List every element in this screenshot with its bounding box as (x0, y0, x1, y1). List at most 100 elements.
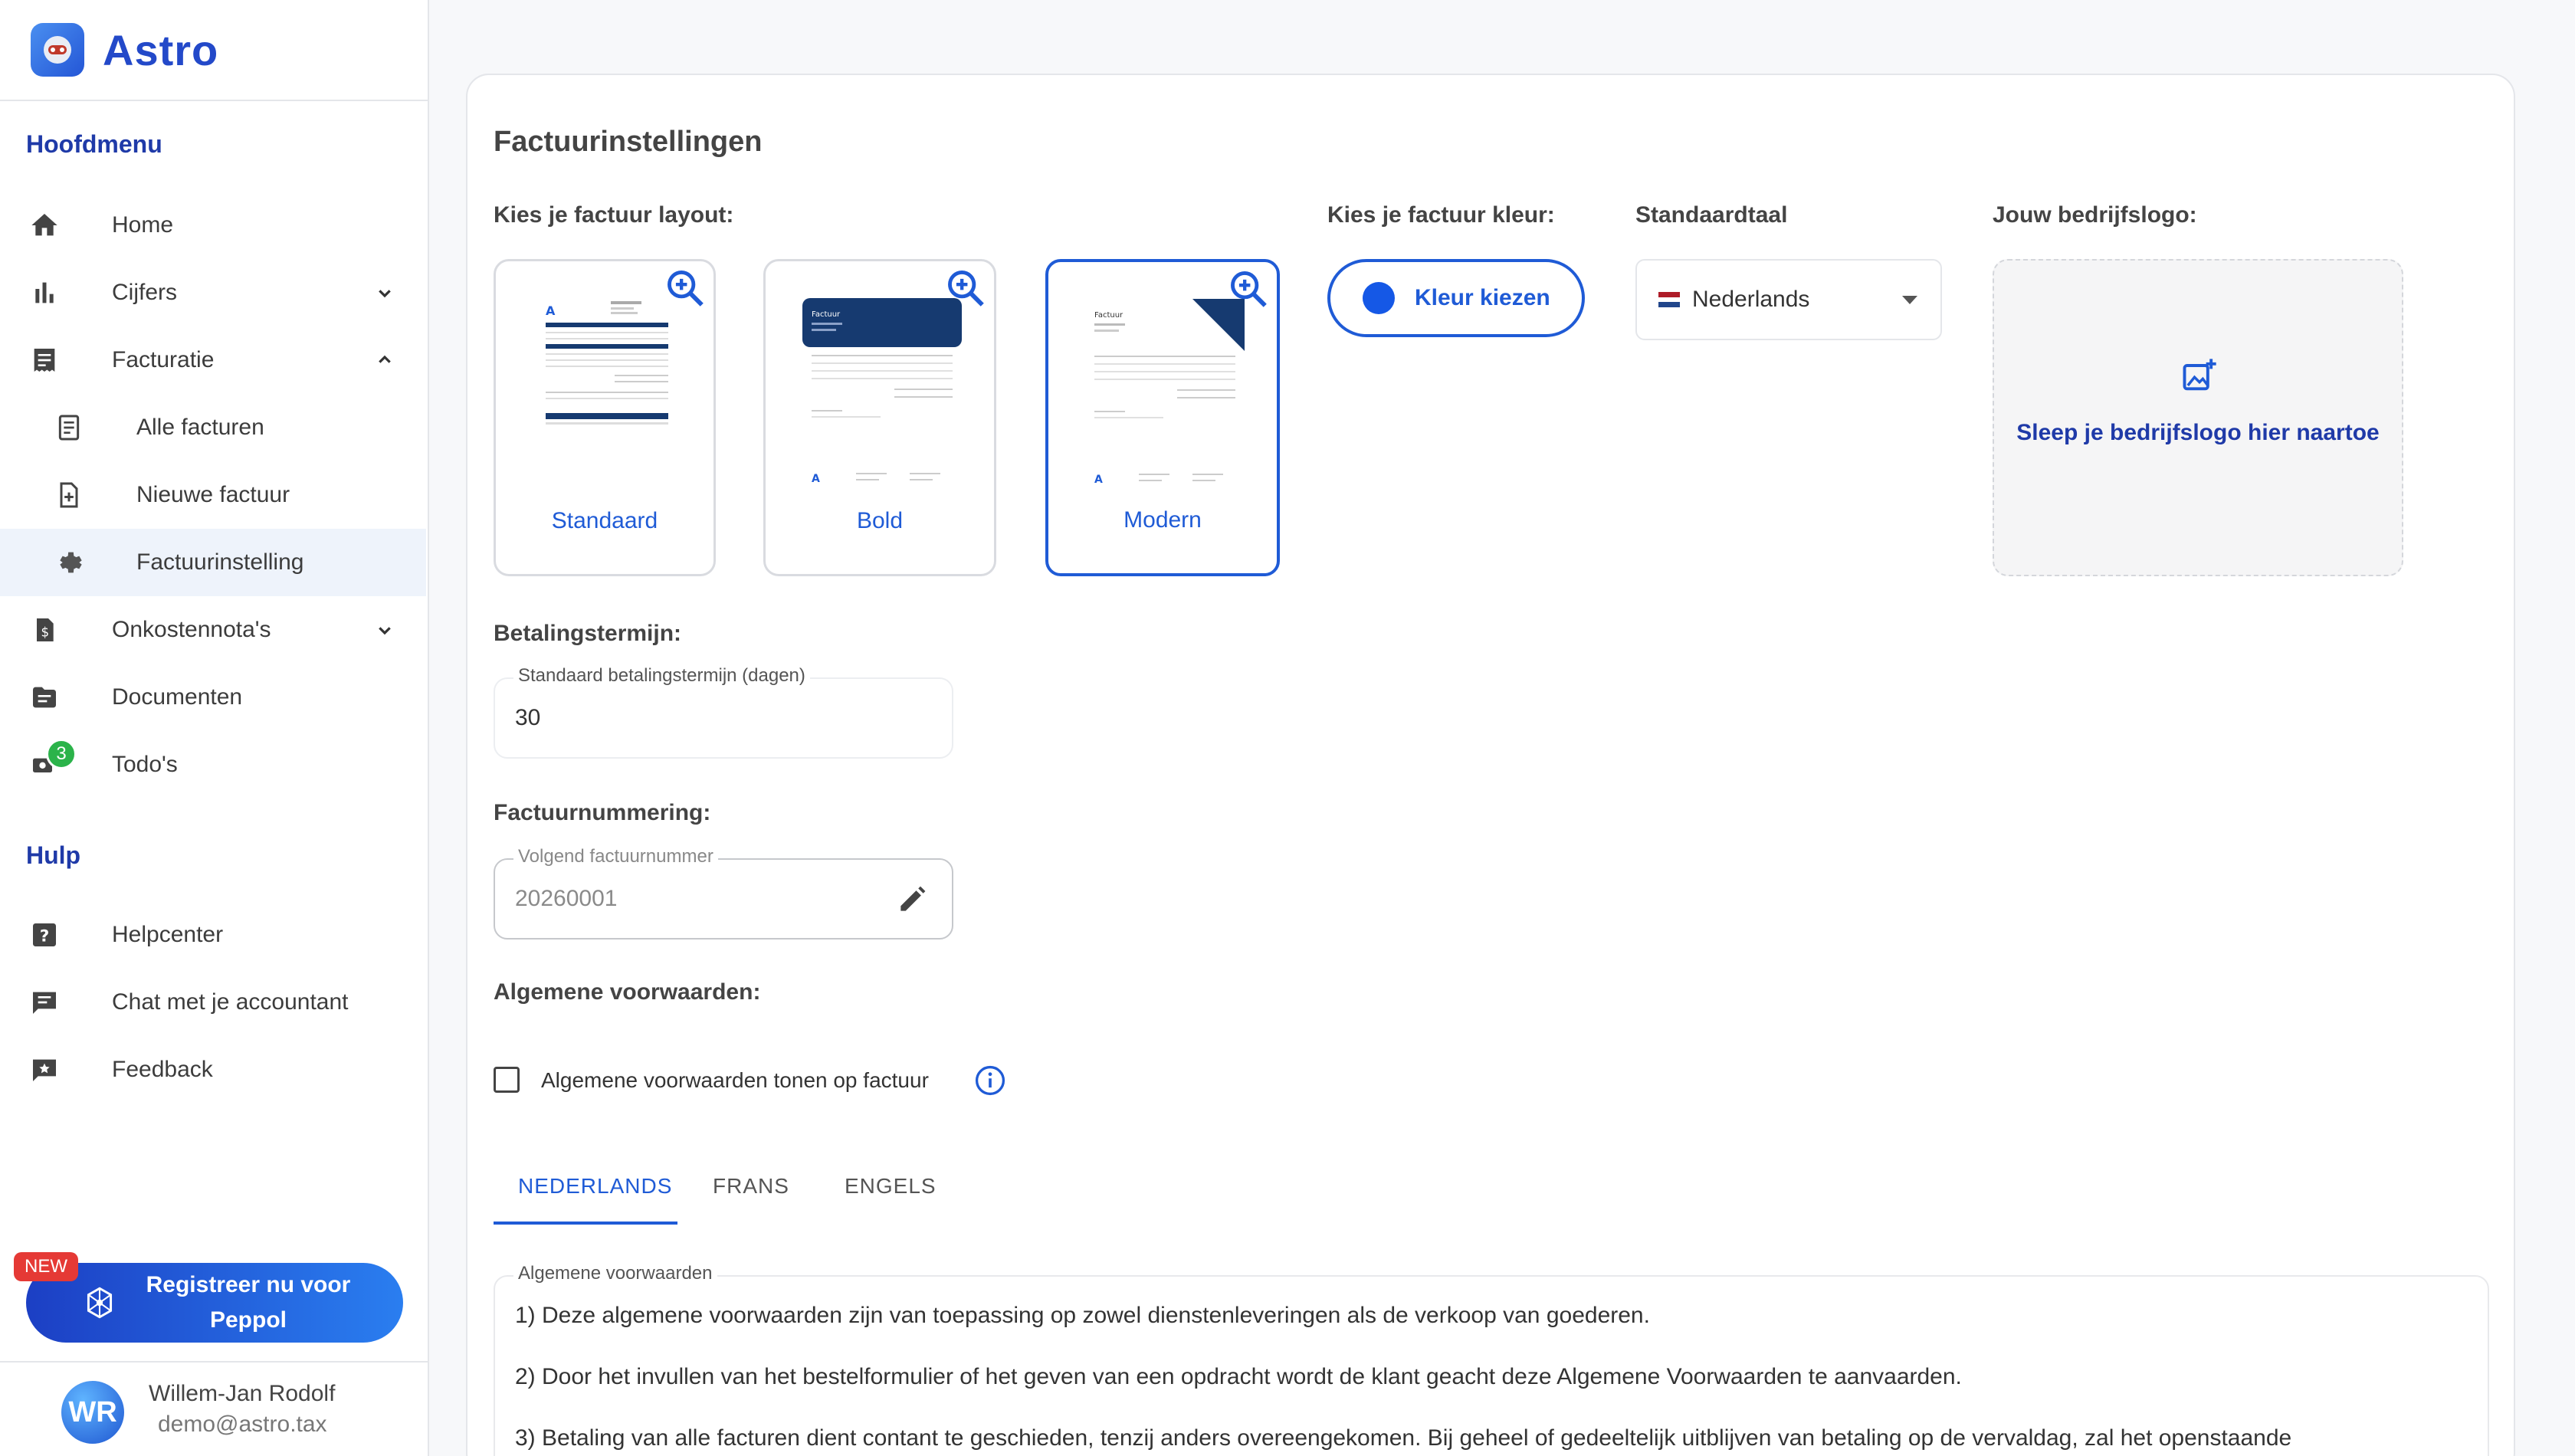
sidebar-item-label: Chat met je accountant (112, 989, 349, 1015)
sidebar-item-onkostennotas[interactable]: $ Onkostennota's (0, 596, 426, 664)
sidebar-item-label: Todo's (112, 752, 178, 777)
svg-text:A: A (812, 473, 820, 485)
terms-line: 2) Door het invullen van het bestelformu… (515, 1364, 1962, 1389)
logo-drop-text: Sleep je bedrijfslogo hier naartoe (2016, 420, 2380, 445)
sidebar-item-facturatie[interactable]: Facturatie (0, 326, 426, 394)
peppol-button-text: Registreer nu voor Peppol (146, 1272, 351, 1333)
expense-note-icon: $ (28, 613, 61, 647)
sidebar-item-label: Alle facturen (136, 415, 264, 440)
next-invoice-number-field[interactable]: Volgend factuurnummer 20260001 (494, 846, 953, 940)
choose-color-button[interactable]: Kleur kiezen (1327, 259, 1585, 337)
peppol-network-icon (77, 1280, 123, 1326)
new-document-icon (52, 478, 86, 512)
invoice-list-icon (52, 411, 86, 444)
numbering-label: Factuurnummering: (494, 800, 711, 825)
gear-icon (52, 546, 86, 579)
chat-icon (28, 985, 61, 1019)
user-email: demo@astro.tax (158, 1412, 327, 1437)
sidebar-item-factuurinstelling[interactable]: Factuurinstelling (0, 529, 426, 596)
layout-option-modern[interactable]: Factuur A Modern (1045, 259, 1280, 576)
edit-pencil-icon[interactable] (895, 883, 929, 917)
sidebar-item-documenten[interactable]: Documenten (0, 664, 426, 731)
sidebar-item-chat-accountant[interactable]: Chat met je accountant (0, 969, 426, 1036)
terms-field-label: Algemene voorwaarden (513, 1263, 717, 1284)
info-icon[interactable] (973, 1064, 1007, 1097)
next-invoice-number-field-label: Volgend factuurnummer (513, 846, 718, 867)
netherlands-flag-icon (1658, 292, 1680, 307)
sidebar-item-cijfers[interactable]: Cijfers (0, 259, 426, 326)
main-menu-title: Hoofdmenu (26, 130, 162, 158)
sidebar-item-feedback[interactable]: Feedback (0, 1036, 426, 1103)
terms-line: 3) Betaling van alle facturen dient cont… (515, 1425, 2292, 1451)
layout-option-bold[interactable]: Factuur A Bold (763, 259, 996, 576)
sidebar-item-label: Nieuwe factuur (136, 482, 290, 507)
app-name: Astro (103, 25, 219, 74)
sidebar-item-label: Cijfers (112, 280, 178, 305)
brand[interactable]: Astro (0, 0, 428, 101)
color-label: Kies je factuur kleur: (1327, 202, 1555, 228)
layout-name: Standaard (551, 508, 658, 533)
payment-term-field[interactable]: Standaard betalingstermijn (dagen) 30 (494, 665, 953, 759)
language-value: Nederlands (1692, 287, 1810, 312)
payment-term-label: Betalingstermijn: (494, 621, 682, 646)
astro-logo-icon (31, 23, 84, 77)
folder-icon (28, 680, 61, 714)
sidebar: Astro Hoofdmenu Home Cijfers Facturatie … (0, 0, 429, 1456)
layout-option-standaard[interactable]: A Standaard (494, 259, 716, 576)
zoom-in-icon[interactable] (1226, 267, 1271, 311)
default-language-select[interactable]: Nederlands (1635, 259, 1942, 340)
choose-color-label: Kleur kiezen (1415, 285, 1550, 310)
sidebar-item-alle-facturen[interactable]: Alle facturen (0, 394, 426, 461)
terms-textarea[interactable]: Algemene voorwaarden 1) Deze algemene vo… (494, 1263, 2489, 1456)
svg-text:A: A (546, 303, 556, 318)
invoice-preview-bold: Factuur A (802, 298, 962, 490)
layout-name: Bold (856, 508, 904, 533)
dropdown-arrow-icon (1902, 295, 1917, 304)
invoice-preview-modern: Factuur A (1085, 299, 1245, 490)
bar-chart-icon (28, 276, 61, 310)
sidebar-item-helpcenter[interactable]: ? Helpcenter (0, 901, 426, 969)
zoom-in-icon[interactable] (663, 266, 707, 310)
user-profile[interactable]: WR Willem-Jan Rodolf demo@astro.tax (0, 1361, 428, 1456)
next-invoice-number-value: 20260001 (515, 886, 618, 911)
page-title: Factuurinstellingen (494, 126, 763, 158)
sidebar-item-home[interactable]: Home (0, 192, 426, 259)
tab-engels[interactable]: ENGELS (845, 1174, 937, 1228)
chevron-down-icon[interactable] (371, 616, 399, 644)
zoom-in-icon[interactable] (943, 266, 988, 310)
receipt-icon (28, 343, 61, 377)
svg-text:Factuur: Factuur (1094, 311, 1123, 320)
sidebar-item-label: Documenten (112, 684, 243, 710)
terms-line: 1) Deze algemene voorwaarden zijn van to… (515, 1303, 1650, 1328)
sidebar-item-label: Factuurinstelling (136, 549, 304, 575)
invoice-preview-standaard: A (538, 298, 676, 444)
chevron-up-icon[interactable] (371, 346, 399, 374)
logo-label: Jouw bedrijfslogo: (1993, 202, 2197, 228)
chevron-down-icon[interactable] (371, 279, 399, 307)
register-peppol-button[interactable]: Registreer nu voor Peppol (26, 1263, 403, 1343)
sidebar-item-label: Home (112, 212, 174, 238)
sidebar-item-label: Feedback (112, 1057, 213, 1082)
svg-text:Factuur: Factuur (812, 310, 841, 319)
sidebar-item-label: Helpcenter (112, 922, 224, 947)
logo-drop-zone[interactable]: Sleep je bedrijfslogo hier naartoe (1993, 259, 2403, 576)
home-icon (28, 208, 61, 242)
user-name: Willem-Jan Rodolf (149, 1381, 336, 1406)
invoice-settings-card: Factuurinstellingen Kies je factuur layo… (466, 74, 2515, 1456)
selected-color-swatch (1363, 282, 1395, 314)
payment-term-field-label: Standaard betalingstermijn (dagen) (513, 665, 810, 687)
language-label: Standaardtaal (1635, 202, 1788, 228)
layout-name: Modern (1123, 507, 1202, 533)
feedback-icon (28, 1053, 61, 1087)
help-icon: ? (28, 918, 61, 952)
svg-text:?: ? (40, 926, 50, 946)
show-terms-checkbox-label: Algemene voorwaarden tonen op factuur (541, 1068, 929, 1092)
show-terms-checkbox[interactable] (494, 1067, 520, 1093)
sidebar-item-nieuwe-factuur[interactable]: Nieuwe factuur (0, 461, 426, 529)
svg-text:A: A (1094, 474, 1103, 486)
sidebar-item-todos[interactable]: 3 Todo's (0, 731, 426, 799)
tab-frans[interactable]: FRANS (713, 1174, 789, 1228)
svg-text:$: $ (41, 625, 50, 639)
payment-term-value: 30 (515, 705, 541, 730)
tab-nederlands[interactable]: NEDERLANDS (518, 1174, 672, 1228)
